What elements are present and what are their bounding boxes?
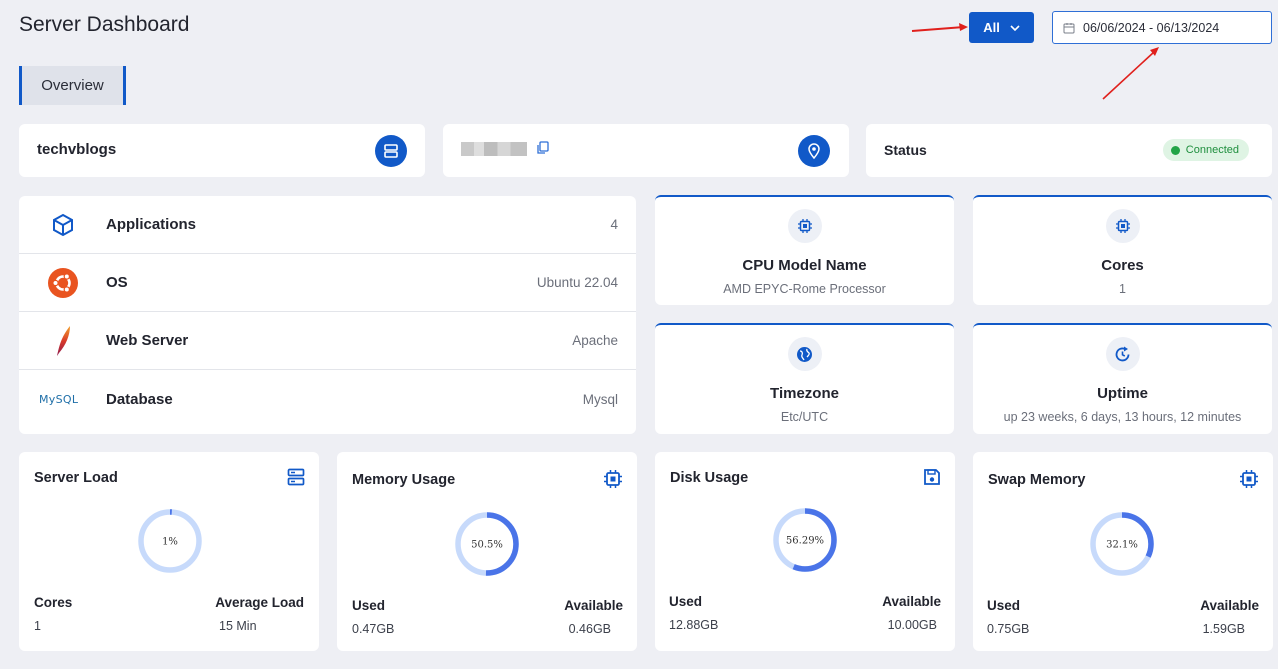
metric-left-label: Cores (34, 595, 73, 610)
memory-usage-donut: 50.5% (455, 512, 519, 576)
page-title: Server Dashboard (19, 13, 190, 36)
annotation-arrow (1102, 47, 1159, 100)
spec-title: Cores (1101, 257, 1144, 274)
server-icon (287, 468, 305, 491)
refresh-clock-icon (1105, 337, 1140, 371)
metric-left-value: 1 (34, 619, 41, 633)
status-badge: Connected (1162, 139, 1249, 161)
server-load-donut: 1% (138, 509, 202, 573)
apache-feather-icon (19, 325, 106, 357)
ip-address-card (443, 124, 849, 177)
swap-memory-card: Swap Memory 32.1% Used 0.75GB Available … (973, 452, 1273, 651)
list-item-label: Database (106, 390, 173, 408)
donut-percent-label: 1% (162, 537, 178, 548)
ip-address-redacted (461, 142, 527, 156)
disk-usage-donut: 56.29% (773, 508, 837, 572)
status-card: Status Connected (866, 124, 1272, 177)
list-item-label: Web Server (106, 332, 189, 349)
date-range-text: 06/06/2024 - 06/13/2024 (1083, 20, 1220, 35)
metric-right-value: 15 Min (219, 619, 257, 633)
chip-icon (603, 469, 623, 494)
donut-percent-label: 50.5% (471, 540, 503, 551)
metric-right-value: 10.00GB (887, 618, 937, 632)
filter-label: All (983, 20, 1000, 35)
cpu-model-card: CPU Model Name AMD EPYC-Rome Processor (655, 195, 954, 305)
list-item: Web Server Apache (19, 312, 636, 370)
metric-title: Disk Usage (670, 470, 749, 486)
memory-usage-card: Memory Usage 50.5% Used 0.47GB Available… (337, 452, 637, 651)
ubuntu-icon (19, 267, 106, 298)
cube-icon (19, 213, 106, 237)
floppy-icon (923, 468, 941, 491)
list-item-label: OS (106, 274, 128, 291)
metric-left-value: 12.88GB (669, 618, 719, 632)
spec-value: AMD EPYC-Rome Processor (723, 282, 886, 296)
list-item: Applications 4 (19, 196, 636, 254)
server-load-card: Server Load 1% Cores 1 Average Load 15 M… (19, 452, 319, 651)
metric-left-label: Used (352, 598, 386, 613)
list-item-value: Apache (572, 333, 618, 348)
globe-icon (787, 337, 822, 371)
metric-right-label: Average Load (215, 595, 304, 610)
list-item: MySQL Database Mysql (19, 370, 636, 428)
list-item-label: Applications (106, 216, 197, 233)
cpu-icon (1105, 209, 1140, 243)
donut-percent-label: 32.1% (1106, 540, 1138, 551)
swap-memory-donut: 32.1% (1090, 512, 1154, 576)
location-pin-icon (798, 135, 830, 167)
status-dot-icon (1170, 145, 1180, 155)
metric-right-label: Available (564, 598, 623, 613)
spec-value: Etc/UTC (780, 410, 829, 424)
cores-card: Cores 1 (973, 195, 1272, 305)
disk-usage-card: Disk Usage 56.29% Used 12.88GB Available… (655, 452, 955, 651)
spec-title: CPU Model Name (742, 257, 867, 274)
metric-left-value: 0.75GB (987, 622, 1030, 636)
metric-left-value: 0.47GB (352, 622, 395, 636)
mysql-logo: MySQL (19, 393, 106, 406)
spec-value: 1 (1119, 282, 1126, 296)
metric-right-label: Available (882, 594, 941, 609)
mysql-logo-text: MySQL (39, 392, 79, 406)
metric-title: Memory Usage (352, 472, 456, 488)
tab-label: Overview (41, 77, 104, 94)
metric-left-label: Used (669, 594, 703, 609)
filter-dropdown-button[interactable]: All (969, 12, 1034, 43)
server-name: techvblogs (37, 141, 117, 158)
metric-right-value: 1.59GB (1202, 622, 1245, 636)
chip-icon (1239, 469, 1259, 494)
metric-left-label: Used (987, 598, 1021, 613)
list-item-value: 4 (610, 217, 618, 232)
server-info-list: Applications 4 OS Ubuntu 22.04 Web Serve… (19, 196, 636, 434)
date-range-picker[interactable]: 06/06/2024 - 06/13/2024 (1052, 11, 1272, 44)
metric-title: Swap Memory (988, 472, 1086, 488)
metric-right-value: 0.46GB (568, 622, 611, 636)
spec-title: Timezone (770, 385, 839, 402)
uptime-card: Uptime up 23 weeks, 6 days, 13 hours, 12… (973, 323, 1272, 434)
list-item-value: Mysql (582, 391, 618, 407)
metric-right-label: Available (1200, 598, 1259, 613)
chevron-down-icon (1010, 24, 1020, 31)
server-icon (375, 135, 407, 167)
list-item: OS Ubuntu 22.04 (19, 254, 636, 312)
status-value: Connected (1185, 144, 1239, 156)
list-item-value: Ubuntu 22.04 (536, 275, 618, 290)
server-name-card: techvblogs (19, 124, 425, 177)
donut-percent-label: 56.29% (786, 536, 824, 547)
copy-icon[interactable] (536, 141, 549, 155)
status-label: Status (884, 142, 927, 158)
tab-overview[interactable]: Overview (19, 66, 126, 105)
annotation-arrow (911, 23, 968, 32)
timezone-card: Timezone Etc/UTC (655, 323, 954, 434)
calendar-icon (1063, 22, 1075, 33)
cpu-icon (787, 209, 822, 243)
metric-title: Server Load (34, 470, 118, 486)
spec-value: up 23 weeks, 6 days, 13 hours, 12 minute… (1003, 410, 1242, 424)
spec-title: Uptime (1097, 385, 1148, 402)
